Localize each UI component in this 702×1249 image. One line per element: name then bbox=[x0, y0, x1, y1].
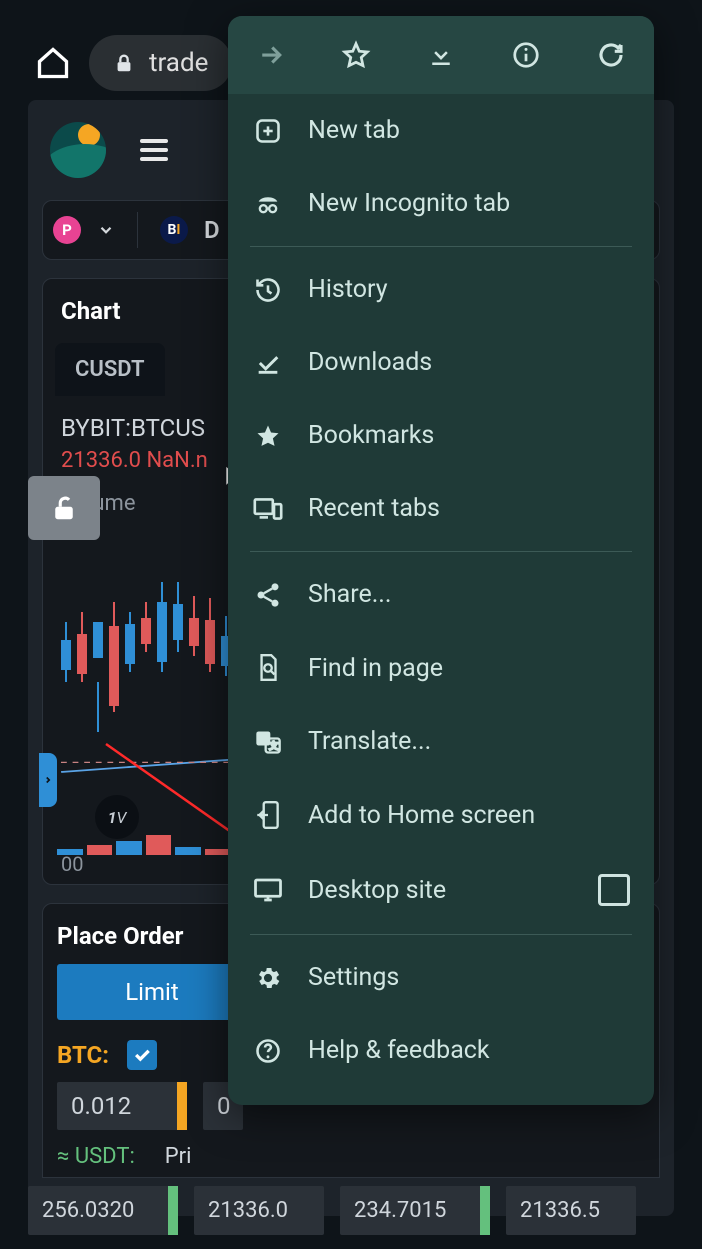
chevron-down-icon[interactable] bbox=[97, 221, 115, 239]
menu-share[interactable]: Share... bbox=[228, 558, 654, 631]
menu-help[interactable]: Help & feedback bbox=[228, 1014, 654, 1087]
expand-handle[interactable] bbox=[39, 753, 57, 807]
value-4[interactable]: 21336.5 bbox=[506, 1186, 636, 1235]
desktop-icon bbox=[252, 877, 284, 903]
base-asset-label: BTC: bbox=[57, 1041, 109, 1069]
bottom-number-row: 256.0320 21336.0 234.7015 21336.5 bbox=[28, 1186, 674, 1235]
menu-label: Share... bbox=[308, 580, 391, 609]
help-icon bbox=[252, 1037, 284, 1065]
url-bar[interactable]: trade bbox=[89, 35, 232, 91]
download-icon[interactable] bbox=[425, 40, 457, 70]
menu-label: History bbox=[308, 275, 388, 304]
star-icon bbox=[252, 422, 284, 450]
p-badge[interactable]: P bbox=[53, 216, 81, 244]
downloads-done-icon bbox=[252, 349, 284, 377]
menu-label: Recent tabs bbox=[308, 494, 440, 523]
gear-icon bbox=[252, 964, 284, 992]
menu-desktop-site[interactable]: Desktop site bbox=[228, 852, 654, 928]
menu-bookmarks[interactable]: Bookmarks bbox=[228, 399, 654, 472]
url-text: trade bbox=[149, 48, 208, 78]
value-1[interactable]: 256.0320 bbox=[28, 1186, 178, 1235]
forward-icon[interactable] bbox=[255, 40, 287, 70]
menu-label: Help & feedback bbox=[308, 1036, 490, 1065]
menu-label: New tab bbox=[308, 116, 400, 145]
home-icon[interactable] bbox=[35, 45, 71, 81]
menu-label: Settings bbox=[308, 963, 399, 992]
value-2[interactable]: 21336.0 bbox=[194, 1186, 324, 1235]
quote-asset-label: ≈ USDT: bbox=[57, 1144, 135, 1169]
unlock-tab[interactable] bbox=[28, 476, 100, 540]
svg-text:文: 文 bbox=[269, 740, 278, 752]
limit-button[interactable]: Limit bbox=[57, 964, 247, 1020]
qty-input-1[interactable]: 0.012 bbox=[57, 1082, 187, 1130]
value-3[interactable]: 234.7015 bbox=[340, 1186, 490, 1235]
menu-find-in-page[interactable]: Find in page bbox=[228, 631, 654, 705]
d-letter: D bbox=[204, 216, 220, 244]
history-icon bbox=[252, 276, 284, 304]
menu-add-home[interactable]: Add to Home screen bbox=[228, 778, 654, 852]
reload-icon[interactable] bbox=[595, 40, 627, 70]
pair-tab[interactable]: CUSDT bbox=[55, 343, 165, 396]
menu-label: New Incognito tab bbox=[308, 189, 510, 218]
menu-history[interactable]: History bbox=[228, 253, 654, 326]
info-icon[interactable] bbox=[510, 40, 542, 70]
menu-incognito[interactable]: New Incognito tab bbox=[228, 167, 654, 240]
browser-menu: New tab New Incognito tab History Downlo… bbox=[228, 16, 654, 1105]
app-logo[interactable] bbox=[50, 122, 106, 178]
svg-text:G: G bbox=[260, 734, 266, 745]
menu-icon[interactable] bbox=[140, 134, 168, 166]
menu-new-tab[interactable]: New tab bbox=[228, 94, 654, 167]
menu-label: Downloads bbox=[308, 348, 432, 377]
desktop-site-checkbox[interactable] bbox=[598, 874, 630, 906]
add-to-home-icon bbox=[252, 800, 284, 830]
menu-label: Translate... bbox=[308, 727, 431, 756]
menu-translate[interactable]: G文 Translate... bbox=[228, 705, 654, 778]
menu-label: Find in page bbox=[308, 654, 443, 683]
find-in-page-icon bbox=[252, 653, 284, 683]
translate-icon: G文 bbox=[252, 728, 284, 756]
menu-settings[interactable]: Settings bbox=[228, 941, 654, 1014]
menu-label: Desktop site bbox=[308, 876, 446, 905]
lock-icon bbox=[113, 50, 135, 76]
plus-box-icon bbox=[252, 117, 284, 145]
menu-downloads[interactable]: Downloads bbox=[228, 326, 654, 399]
menu-recent-tabs[interactable]: Recent tabs bbox=[228, 472, 654, 545]
incognito-icon bbox=[252, 190, 284, 218]
chart-title: Chart bbox=[61, 297, 120, 325]
devices-icon bbox=[252, 497, 284, 521]
menu-label: Bookmarks bbox=[308, 421, 434, 450]
menu-label: Add to Home screen bbox=[308, 801, 535, 830]
share-icon bbox=[252, 581, 284, 609]
checkbox[interactable] bbox=[127, 1040, 157, 1070]
b-badge[interactable]: BI bbox=[160, 216, 188, 244]
star-outline-icon[interactable] bbox=[340, 40, 372, 70]
price-label-short: Pri bbox=[165, 1144, 192, 1169]
